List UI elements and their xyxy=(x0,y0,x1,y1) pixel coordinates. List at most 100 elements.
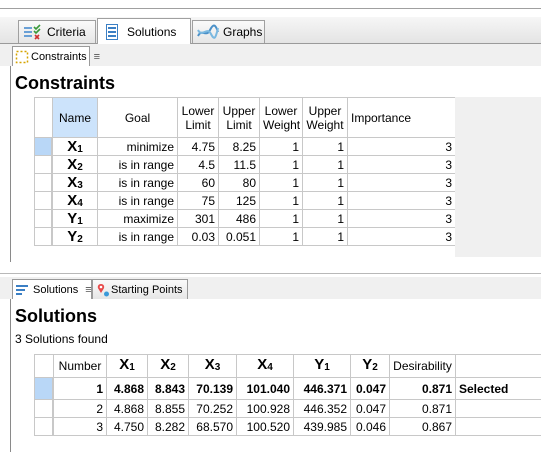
row-selector[interactable] xyxy=(34,209,53,228)
solution-x3-cell[interactable]: 68.570 xyxy=(188,417,237,436)
importance-cell[interactable]: 3 xyxy=(347,173,456,192)
importance-cell[interactable]: 3 xyxy=(347,137,456,156)
importance-cell[interactable]: 3 xyxy=(347,227,456,246)
upper-weight-cell[interactable]: 1 xyxy=(302,155,348,174)
upper-limit-cell[interactable]: 11.5 xyxy=(218,155,260,174)
upper-limit-cell[interactable]: 80 xyxy=(218,173,260,192)
upper-weight-cell[interactable]: 1 xyxy=(302,137,348,156)
solution-y1-cell[interactable]: 446.352 xyxy=(293,399,351,418)
column-header-lower-weight[interactable]: Lower Weight xyxy=(259,97,303,138)
constraint-row[interactable]: X3 is in range 60 80 1 1 3 xyxy=(34,173,456,192)
upper-limit-cell[interactable]: 0.051 xyxy=(218,227,260,246)
column-header-goal[interactable]: Goal xyxy=(97,97,178,138)
solution-x3-cell[interactable]: 70.252 xyxy=(188,399,237,418)
tab-menu-icon[interactable]: ≡ xyxy=(94,51,100,63)
factor-name-cell[interactable]: X3 xyxy=(52,173,98,192)
column-header-factor[interactable]: X4 xyxy=(236,354,294,378)
column-header-factor[interactable]: Y1 xyxy=(293,354,351,378)
solution-x3-cell[interactable]: 70.139 xyxy=(188,377,237,400)
column-header-importance[interactable]: Importance xyxy=(347,97,456,138)
solution-x2-cell[interactable]: 8.282 xyxy=(147,417,189,436)
column-header-factor[interactable]: Y2 xyxy=(350,354,390,378)
column-header-number[interactable]: Number xyxy=(53,354,107,378)
lower-limit-cell[interactable]: 4.5 xyxy=(177,155,219,174)
lower-weight-cell[interactable]: 1 xyxy=(259,227,303,246)
upper-limit-cell[interactable]: 125 xyxy=(218,191,260,210)
solution-row[interactable]: 2 4.868 8.855 70.252 100.928 446.352 0.047 0.87… xyxy=(34,399,541,418)
factor-name-cell[interactable]: Y1 xyxy=(52,209,98,228)
lower-weight-cell[interactable]: 1 xyxy=(259,173,303,192)
constraint-row[interactable]: X1 minimize 4.75 8.25 1 1 3 xyxy=(34,137,456,156)
solution-y1-cell[interactable]: 439.985 xyxy=(293,417,351,436)
column-header-lower-limit[interactable]: Lower Limit xyxy=(177,97,219,138)
solution-row[interactable]: 1 4.868 8.843 70.139 101.040 446.371 0.047 0.87… xyxy=(34,377,541,400)
row-selector[interactable] xyxy=(34,399,54,418)
lower-weight-cell[interactable]: 1 xyxy=(259,209,303,228)
solution-desirability-cell[interactable]: 0.871 xyxy=(389,399,456,418)
column-header-upper-limit[interactable]: Upper Limit xyxy=(218,97,260,138)
solution-y2-cell[interactable]: 0.046 xyxy=(350,417,390,436)
solution-y2-cell[interactable]: 0.047 xyxy=(350,399,390,418)
goal-cell[interactable]: is in range xyxy=(97,155,178,174)
solution-x1-cell[interactable]: 4.750 xyxy=(106,417,148,436)
column-header-factor[interactable]: X1 xyxy=(106,354,148,378)
solution-number-cell[interactable]: 3 xyxy=(53,417,107,436)
tab-constraints[interactable]: Constraints ≡ xyxy=(12,46,100,66)
row-selector[interactable] xyxy=(34,137,53,156)
goal-cell[interactable]: is in range xyxy=(97,191,178,210)
solution-x2-cell[interactable]: 8.843 xyxy=(147,377,189,400)
row-selector[interactable] xyxy=(34,417,54,436)
lower-limit-cell[interactable]: 4.75 xyxy=(177,137,219,156)
solution-y1-cell[interactable]: 446.371 xyxy=(293,377,351,400)
tab-menu-icon[interactable]: ≡ xyxy=(85,284,91,296)
upper-weight-cell[interactable]: 1 xyxy=(302,191,348,210)
factor-name-cell[interactable]: X2 xyxy=(52,155,98,174)
constraint-row[interactable]: X4 is in range 75 125 1 1 3 xyxy=(34,191,456,210)
row-selector[interactable] xyxy=(34,155,53,174)
solution-x4-cell[interactable]: 100.520 xyxy=(236,417,294,436)
tab-criteria[interactable]: Criteria xyxy=(18,20,96,43)
importance-cell[interactable]: 3 xyxy=(347,191,456,210)
row-selector[interactable] xyxy=(34,191,53,210)
column-header-name[interactable]: Name xyxy=(52,97,98,138)
tab-starting-points[interactable]: Starting Points xyxy=(92,279,188,299)
constraint-row[interactable]: Y2 is in range 0.03 0.051 1 1 3 xyxy=(34,227,456,246)
column-header-factor[interactable]: X2 xyxy=(147,354,189,378)
constraint-row[interactable]: Y1 maximize 301 486 1 1 3 xyxy=(34,209,456,228)
lower-weight-cell[interactable]: 1 xyxy=(259,137,303,156)
solution-x4-cell[interactable]: 100.928 xyxy=(236,399,294,418)
upper-limit-cell[interactable]: 486 xyxy=(218,209,260,228)
factor-name-cell[interactable]: X1 xyxy=(52,137,98,156)
column-header-desirability[interactable]: Desirability xyxy=(389,354,456,378)
goal-cell[interactable]: minimize xyxy=(97,137,178,156)
row-selector[interactable] xyxy=(34,173,53,192)
importance-cell[interactable]: 3 xyxy=(347,209,456,228)
upper-weight-cell[interactable]: 1 xyxy=(302,173,348,192)
lower-weight-cell[interactable]: 1 xyxy=(259,191,303,210)
upper-weight-cell[interactable]: 1 xyxy=(302,227,348,246)
lower-limit-cell[interactable]: 75 xyxy=(177,191,219,210)
lower-limit-cell[interactable]: 60 xyxy=(177,173,219,192)
solution-desirability-cell[interactable]: 0.867 xyxy=(389,417,456,436)
solution-y2-cell[interactable]: 0.047 xyxy=(350,377,390,400)
constraint-row[interactable]: X2 is in range 4.5 11.5 1 1 3 xyxy=(34,155,456,174)
row-selector[interactable] xyxy=(34,377,54,400)
goal-cell[interactable]: maximize xyxy=(97,209,178,228)
solution-row[interactable]: 3 4.750 8.282 68.570 100.520 439.985 0.046 0.86… xyxy=(34,417,541,436)
goal-cell[interactable]: is in range xyxy=(97,173,178,192)
factor-name-cell[interactable]: X4 xyxy=(52,191,98,210)
row-selector[interactable] xyxy=(34,227,53,246)
upper-limit-cell[interactable]: 8.25 xyxy=(218,137,260,156)
column-header-upper-weight[interactable]: Upper Weight xyxy=(302,97,348,138)
factor-name-cell[interactable]: Y2 xyxy=(52,227,98,246)
solution-x2-cell[interactable]: 8.855 xyxy=(147,399,189,418)
importance-cell[interactable]: 3 xyxy=(347,155,456,174)
solution-desirability-cell[interactable]: 0.871 xyxy=(389,377,456,400)
column-header-factor[interactable]: X3 xyxy=(188,354,237,378)
upper-weight-cell[interactable]: 1 xyxy=(302,209,348,228)
lower-weight-cell[interactable]: 1 xyxy=(259,155,303,174)
solution-number-cell[interactable]: 1 xyxy=(53,377,107,400)
tab-solutions-list[interactable]: Solutions ≡ xyxy=(12,279,92,299)
solution-number-cell[interactable]: 2 xyxy=(53,399,107,418)
lower-limit-cell[interactable]: 301 xyxy=(177,209,219,228)
